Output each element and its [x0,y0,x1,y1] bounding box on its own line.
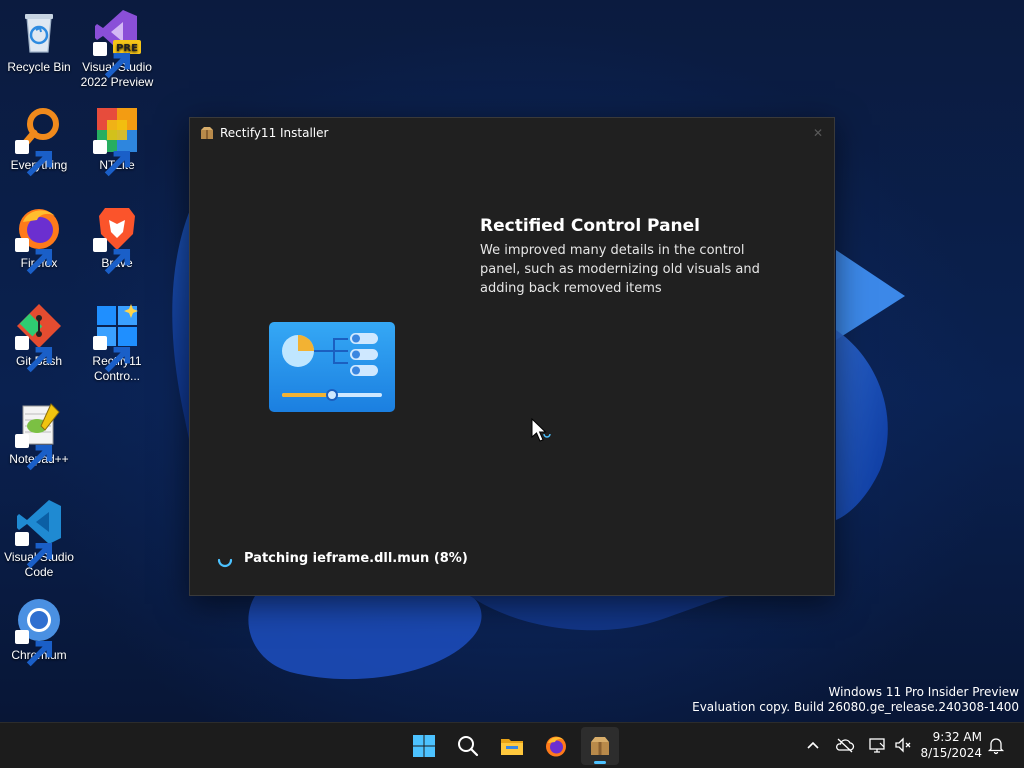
title-bar[interactable]: Rectify11 Installer ✕ [190,118,834,148]
shortcut-arrow-icon [15,140,53,177]
shortcut-arrow-icon [15,336,53,373]
onedrive-offline-icon [836,738,855,753]
taskbar-search-button[interactable] [449,727,487,765]
shortcut-arrow-icon [93,336,131,373]
firefox-icon [546,736,566,757]
installer-icon [591,737,609,755]
network-icon [869,738,885,753]
installer-icon [201,127,213,139]
desktop-icon-everything[interactable]: Everything [0,106,78,177]
shortcut-arrow-icon [15,630,53,667]
watermark-build: Evaluation copy. Build 26080.ge_release.… [692,700,1019,714]
shortcut-arrow-icon [15,532,53,569]
desktop-icon-chromium[interactable]: Chromium [0,596,78,667]
control-panel-icon [269,322,395,412]
search-icon [458,736,479,757]
taskbar-file-explorer-button[interactable] [493,727,531,765]
volume-muted-icon [895,737,911,753]
git-bash-icon [15,302,63,373]
desktop-icon-recycle-bin[interactable]: Recycle Bin [0,8,78,75]
loading-spinner-icon [217,558,233,568]
shortcut-arrow-icon [93,42,131,79]
shortcut-arrow-icon [93,238,131,275]
desktop-icon-firefox[interactable]: Firefox [0,204,78,275]
desktop-icon-ntlite[interactable]: NTLite [78,106,156,177]
evaluation-watermark: Windows 11 Pro Insider Preview Evaluatio… [692,685,1019,715]
desktop-icon-label: Recycle Bin [7,60,71,74]
firefox-icon [15,204,63,275]
installer-window: Rectify11 Installer ✕ Rectified Control … [189,117,835,596]
window-title: Rectify11 Installer [220,126,329,140]
volume-tray-button[interactable] [893,735,913,755]
notification-center-button[interactable] [986,735,1006,755]
shortcut-arrow-icon [93,140,131,177]
ntlite-icon [93,106,141,177]
feature-description: We improved many details in the control … [480,243,760,296]
notification-bell-icon [987,738,1005,755]
show-hidden-icons-button[interactable] [803,735,823,755]
rectify11-control-icon [93,302,141,373]
folder-icon [501,739,523,755]
desktop-icon-rectify11-control[interactable]: Rectify11 Contro... [78,302,156,384]
shortcut-arrow-icon [15,238,53,275]
taskbar-start-button[interactable] [405,727,443,765]
desktop-icon-vscode[interactable]: Visual Studio Code [0,498,78,580]
desktop-icon-visual-studio[interactable]: PRE Visual Studio 2022 Preview [78,8,156,90]
active-app-indicator [594,761,606,764]
clock-date: 8/15/2024 [920,746,982,760]
feature-title: Rectified Control Panel [480,216,700,236]
taskbar-installer-button[interactable] [581,727,619,765]
mouse-cursor-icon [531,418,551,442]
windows-start-icon [413,735,435,757]
desktop-icon-git-bash[interactable]: Git Bash [0,302,78,373]
taskbar: 9:32 AM 8/15/2024 [0,722,1024,768]
taskbar-firefox-button[interactable] [537,727,575,765]
shortcut-arrow-icon [15,434,53,471]
vscode-icon [15,498,63,569]
visual-studio-icon: PRE [93,8,141,79]
clock-time: 9:32 AM [932,730,982,744]
desktop-icon-notepad-plus-plus[interactable]: Notepad++ [0,400,78,471]
desktop-icon-brave[interactable]: Brave [78,204,156,275]
chevron-up-icon [807,741,819,749]
onedrive-tray-button[interactable] [835,735,855,755]
taskbar-clock[interactable]: 9:32 AM 8/15/2024 [918,729,982,761]
chromium-icon [15,596,63,667]
recycle-bin-icon [15,8,63,56]
brave-icon [93,204,141,275]
close-button[interactable]: ✕ [810,125,826,141]
network-tray-button[interactable] [867,735,887,755]
notepad-plus-plus-icon [15,400,63,471]
everything-icon [15,106,63,177]
status-text: Patching ieframe.dll.mun (8%) [244,551,468,566]
watermark-edition: Windows 11 Pro Insider Preview [828,685,1019,699]
